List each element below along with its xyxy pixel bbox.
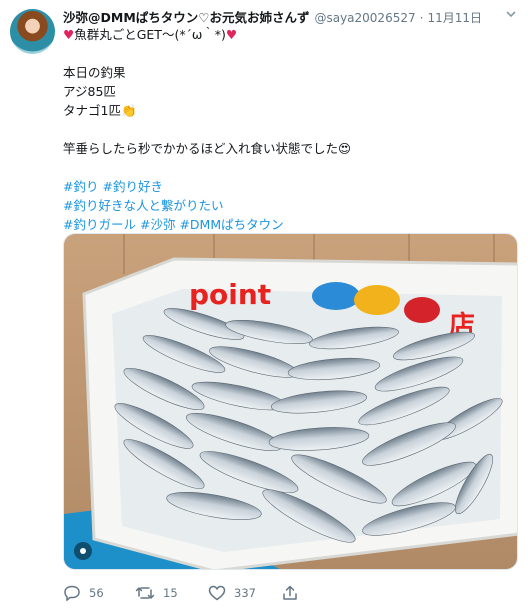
- text-line-5-content: 竿垂らしたら秒でかかるほど入れ食い状態でした: [63, 141, 339, 156]
- like-count: 337: [234, 586, 256, 600]
- reply-icon: [63, 585, 81, 601]
- tweet-text: ♥魚群丸ごとGET〜(*´ω｀*)♥ 本日の釣果 アジ85匹 タナゴ1匹👏 竿垂…: [63, 25, 513, 234]
- like-button[interactable]: 337: [208, 583, 256, 603]
- photo-sign-left: point: [189, 278, 271, 311]
- user-handle[interactable]: @saya20026527: [314, 11, 415, 25]
- hashtag-line-1: #釣り #釣り好き: [63, 177, 513, 196]
- text-line-2: 本日の釣果: [63, 65, 126, 80]
- text-line-1: ♥魚群丸ごとGET〜(*´ω｀*)♥: [63, 25, 513, 44]
- media-info-icon[interactable]: [74, 542, 92, 560]
- hashtag-line-3: #釣りガール #沙弥 #DMMぱちタウン: [63, 215, 513, 234]
- hashtag-line-2: #釣り好きな人と繋がりたい: [63, 196, 513, 215]
- retweet-icon: [135, 585, 155, 601]
- chevron-down-icon[interactable]: [506, 9, 516, 19]
- text-line-5: 竿垂らしたら秒でかかるほど入れ食い状態でした😍: [63, 139, 513, 158]
- hashtag-link[interactable]: #釣りガール: [63, 217, 136, 232]
- avatar[interactable]: [10, 9, 55, 54]
- display-name[interactable]: 沙弥@DMMぱちタウン♡お元気お姉さんず: [63, 7, 309, 26]
- tweet-photo[interactable]: point 店: [63, 233, 518, 570]
- hashtag-link[interactable]: #沙弥: [140, 217, 175, 232]
- clap-emoji: 👏: [120, 103, 137, 118]
- retweet-button[interactable]: 15: [135, 583, 178, 603]
- hashtag-link[interactable]: #釣り好きな人と繋がりたい: [63, 198, 223, 213]
- hashtag-link[interactable]: #DMMぱちタウン: [179, 217, 283, 232]
- heart-emoji: ♥: [63, 27, 75, 42]
- text-line-4: タナゴ1匹👏: [63, 101, 513, 120]
- timestamp[interactable]: 11月11日: [427, 9, 482, 26]
- tweet-header: 沙弥@DMMぱちタウン♡お元気お姉さんず @saya20026527 · 11月…: [63, 7, 516, 25]
- tweet: 沙弥@DMMぱちタウン♡お元気お姉さんず @saya20026527 · 11月…: [0, 0, 528, 611]
- reply-button[interactable]: 56: [63, 583, 104, 603]
- text-line-4-content: タナゴ1匹: [63, 103, 121, 118]
- share-button[interactable]: [281, 583, 299, 603]
- hashtag-link[interactable]: #釣り: [63, 179, 98, 194]
- heart-eyes-emoji: 😍: [338, 141, 352, 156]
- hashtag-link[interactable]: #釣り好き: [102, 179, 162, 194]
- text-line-3: アジ85匹: [63, 84, 116, 99]
- reply-count: 56: [89, 586, 104, 600]
- retweet-count: 15: [163, 586, 178, 600]
- share-icon: [281, 585, 299, 601]
- heart-icon: [208, 585, 226, 601]
- header-separator: ·: [419, 11, 424, 25]
- tweet-actions: 56 15 337: [63, 583, 503, 603]
- text-line-1-content: 魚群丸ごとGET〜(*´ω｀*): [74, 27, 226, 42]
- heart-emoji: ♥: [225, 27, 238, 42]
